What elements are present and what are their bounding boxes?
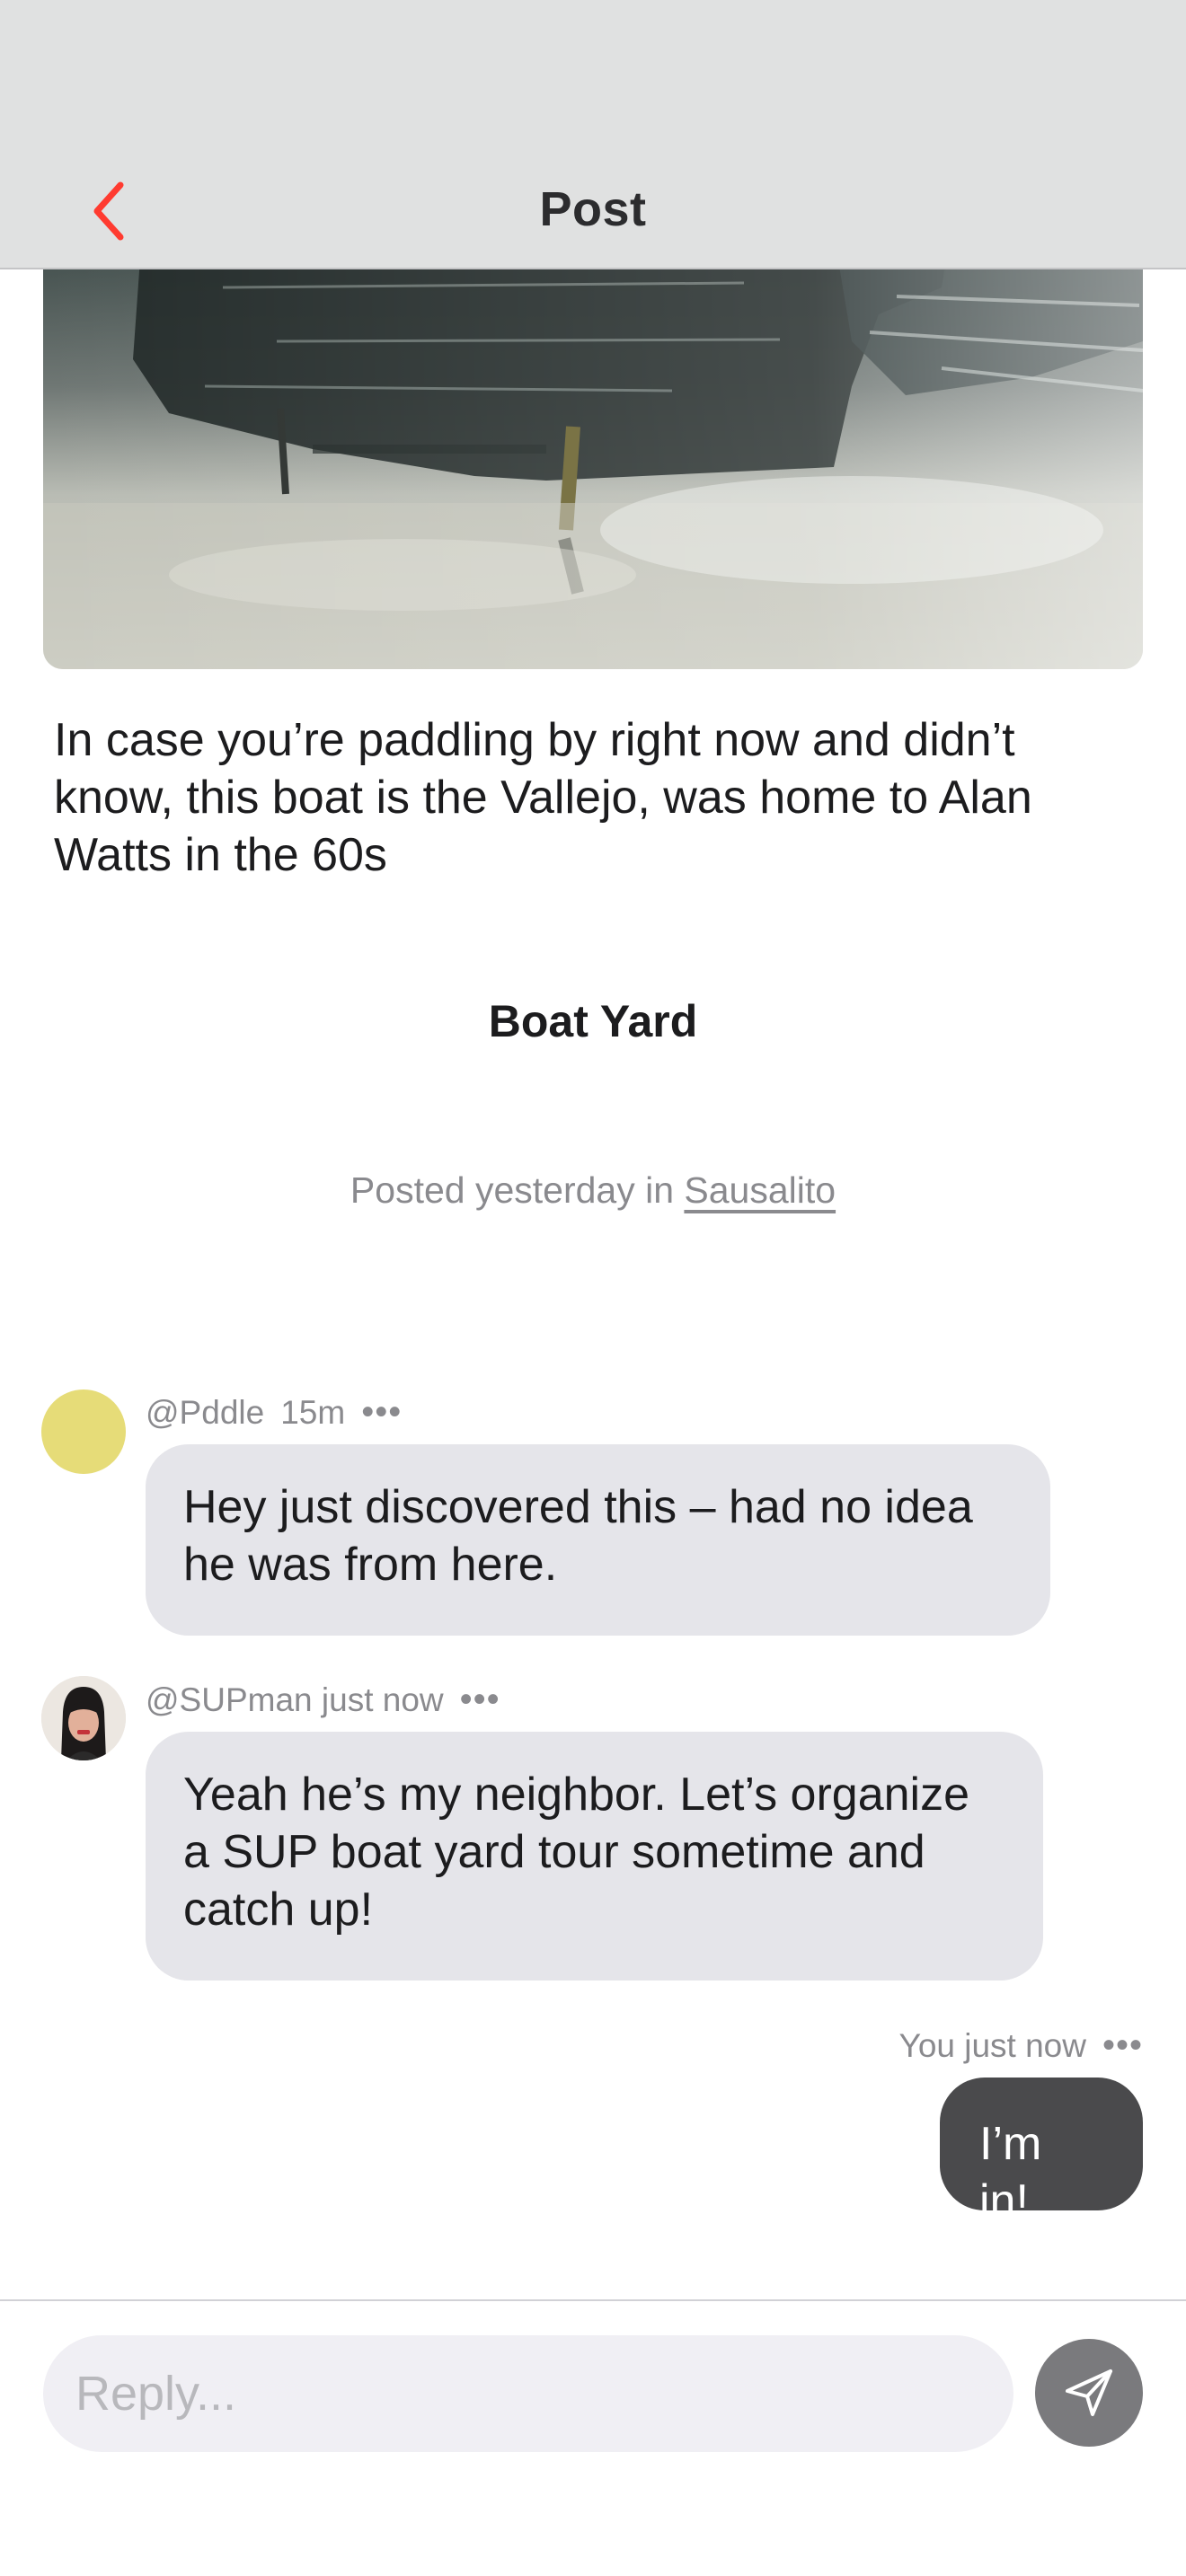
comment-handle[interactable]: @SUPman xyxy=(146,1681,313,1718)
post-caption: In case you’re paddling by right now and… xyxy=(54,714,1032,881)
comment-time: just now xyxy=(321,1681,444,1718)
avatar[interactable] xyxy=(41,1389,126,1474)
avatar[interactable] xyxy=(41,1676,126,1760)
reply-bar xyxy=(0,2299,1186,2576)
comment-text: I’m in! xyxy=(979,2118,1042,2228)
comment-text: Yeah he’s my neighbor. Let’s organize a … xyxy=(183,1769,970,1936)
comment-text: Hey just discovered this – had no idea h… xyxy=(183,1481,973,1591)
send-icon xyxy=(1066,2369,1112,2416)
comment-meta: @Pddle 15m ••• xyxy=(146,1392,402,1433)
navigation-header: Post xyxy=(0,0,1186,269)
comment-handle: You xyxy=(898,2027,955,2064)
comment-bubble[interactable]: Yeah he’s my neighbor. Let’s organize a … xyxy=(146,1732,1043,1981)
more-options-icon[interactable]: ••• xyxy=(460,1680,500,1719)
comment-bubble[interactable]: Hey just discovered this – had no idea h… xyxy=(146,1444,1050,1636)
place-link[interactable]: Sausalito xyxy=(684,1169,836,1211)
comment-meta: @SUPman just now ••• xyxy=(146,1680,500,1720)
comment-handle[interactable]: @Pddle xyxy=(146,1394,264,1431)
comment-meta: You just now ••• xyxy=(899,2025,1143,2066)
post-meta-prefix: Posted yesterday in xyxy=(350,1169,685,1211)
my-comment-bubble[interactable]: I’m in! xyxy=(940,2078,1143,2228)
reply-input[interactable] xyxy=(43,2335,1013,2452)
person-photo-icon xyxy=(41,1676,126,1760)
comment-time: just now xyxy=(964,2027,1086,2064)
send-button[interactable] xyxy=(1035,2339,1143,2447)
more-options-icon[interactable]: ••• xyxy=(361,1392,402,1432)
page-title: Post xyxy=(539,182,647,236)
post-location-title: Boat Yard xyxy=(488,996,698,1046)
post-meta: Posted yesterday in Sausalito xyxy=(0,1169,1186,1212)
comment-time: 15m xyxy=(280,1394,346,1431)
post-photo[interactable] xyxy=(43,234,1143,669)
more-options-icon[interactable]: ••• xyxy=(1102,2025,1143,2065)
